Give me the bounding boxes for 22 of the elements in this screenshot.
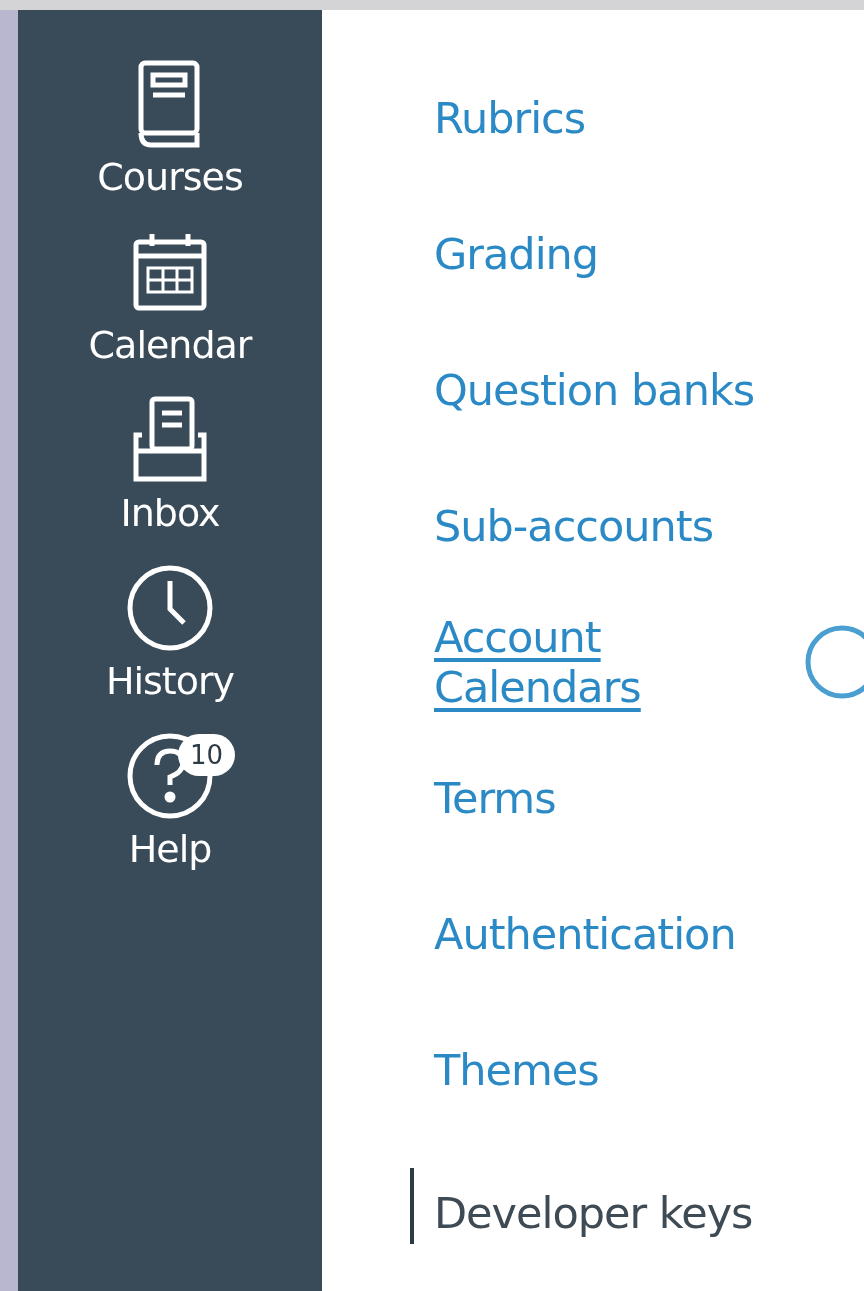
settings-link[interactable]: Account Calendars (434, 612, 692, 712)
nav-label: Courses (97, 154, 243, 200)
settings-link[interactable]: Themes (434, 1045, 599, 1095)
settings-link[interactable]: Developer keys (410, 1168, 753, 1244)
clock-icon (125, 563, 215, 653)
nav-label: Calendar (88, 322, 252, 368)
nav-item[interactable]: 10 Help (50, 726, 290, 872)
nav-item[interactable]: Calendar (50, 222, 290, 368)
settings-link[interactable]: Question banks (434, 365, 755, 415)
settings-link[interactable]: Authentication (434, 909, 736, 959)
settings-link[interactable]: Sub-accounts (434, 501, 714, 551)
nav-label: History (105, 658, 235, 704)
nav-label: Help (128, 826, 212, 872)
calendar-icon (132, 232, 208, 312)
settings-link[interactable]: Rubrics (434, 93, 586, 143)
settings-link[interactable]: Terms (434, 773, 556, 823)
nav-item[interactable]: Courses (50, 54, 290, 200)
notification-badge: 10 (178, 734, 236, 776)
nav-item[interactable]: History (50, 558, 290, 704)
settings-link[interactable]: Grading (434, 229, 599, 279)
nav-label: Inbox (120, 490, 220, 536)
nav-item[interactable]: Inbox (50, 390, 290, 536)
